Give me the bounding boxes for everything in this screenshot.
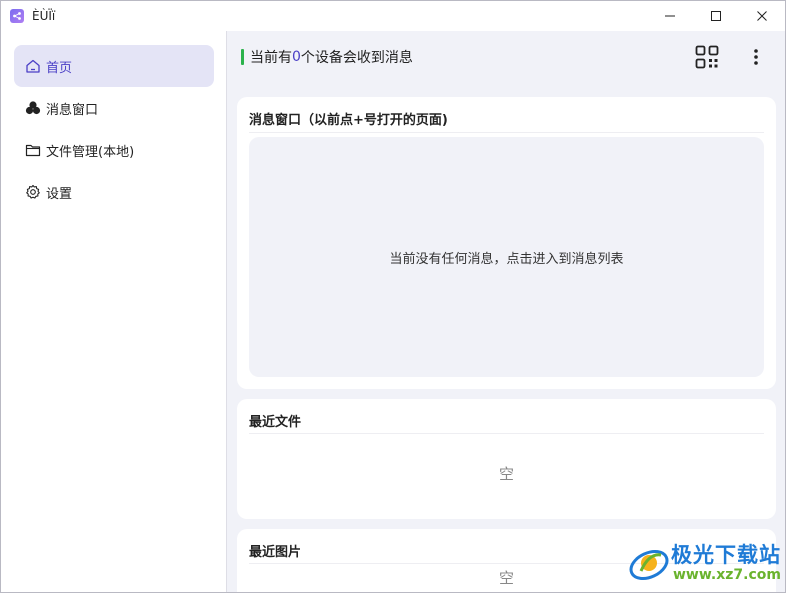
gear-icon xyxy=(24,183,42,201)
device-status: 当前有 0 个设备会收到消息 xyxy=(241,47,413,67)
recent-files-title: 最近文件 xyxy=(249,415,302,430)
card-divider xyxy=(249,433,764,434)
close-icon xyxy=(757,11,767,21)
recent-files-card: 最近文件 空 xyxy=(237,399,776,519)
app-logo-icon xyxy=(10,9,24,23)
sidebar-item-label: 首页 xyxy=(46,60,73,76)
maximize-icon xyxy=(711,11,721,21)
recent-images-title: 最近图片 xyxy=(249,545,302,560)
sidebar-item-files[interactable]: 文件管理(本地) xyxy=(14,129,214,171)
minimize-button[interactable] xyxy=(647,1,693,31)
sidebar-item-messages[interactable]: 消息窗口 xyxy=(14,87,214,129)
home-icon xyxy=(24,57,42,75)
sidebar-item-home[interactable]: 首页 xyxy=(14,45,214,87)
messages-empty-text: 当前没有任何消息，点击进入到消息列表 xyxy=(389,251,624,267)
title-bar: ÈÙÏï xyxy=(1,1,785,31)
maximize-button[interactable] xyxy=(693,1,739,31)
watermark-logo-icon xyxy=(629,549,669,581)
window-controls xyxy=(647,1,785,31)
folder-icon xyxy=(24,141,42,159)
sidebar-item-label: 设置 xyxy=(46,186,73,202)
more-vertical-icon xyxy=(754,49,758,65)
sidebar: 首页 消息窗口 文件管理(本地) 设置 xyxy=(1,31,227,592)
status-count: 0 xyxy=(292,49,301,65)
minimize-icon xyxy=(665,15,675,17)
sidebar-item-label: 消息窗口 xyxy=(46,102,99,118)
qr-code-icon xyxy=(695,45,719,69)
messages-card: 消息窗口（以前点+号打开的页面) 当前没有任何消息，点击进入到消息列表 xyxy=(237,97,776,389)
app-window: ÈÙÏï 首页 消息窗口 文件管理(本地) 设置 当前有 0 个设备会收到消息 … xyxy=(0,0,786,593)
status-accent-bar xyxy=(241,49,244,65)
message-list-link[interactable]: 当前没有任何消息，点击进入到消息列表 xyxy=(249,137,764,377)
window-title: ÈÙÏï xyxy=(32,9,56,23)
status-prefix: 当前有 xyxy=(250,50,292,66)
sidebar-item-label: 文件管理(本地) xyxy=(46,144,135,160)
watermark: 极光下载站 www.xz7.com xyxy=(627,537,783,589)
messages-card-title: 消息窗口（以前点+号打开的页面) xyxy=(249,113,448,128)
sidebar-item-settings[interactable]: 设置 xyxy=(14,171,214,213)
more-menu-button[interactable] xyxy=(745,43,767,71)
qr-code-button[interactable] xyxy=(693,43,721,71)
watermark-brand: 极光下载站 xyxy=(671,543,781,567)
status-suffix: 个设备会收到消息 xyxy=(300,50,413,66)
watermark-url: www.xz7.com xyxy=(673,567,781,583)
card-divider xyxy=(249,132,764,133)
close-button[interactable] xyxy=(739,1,785,31)
main-content: 当前有 0 个设备会收到消息 消息窗口（以前点+号打开的页面) 当前没有任何消息，点… xyxy=(228,31,785,592)
recent-files-empty: 空 xyxy=(498,465,514,483)
clover-icon xyxy=(24,99,42,117)
